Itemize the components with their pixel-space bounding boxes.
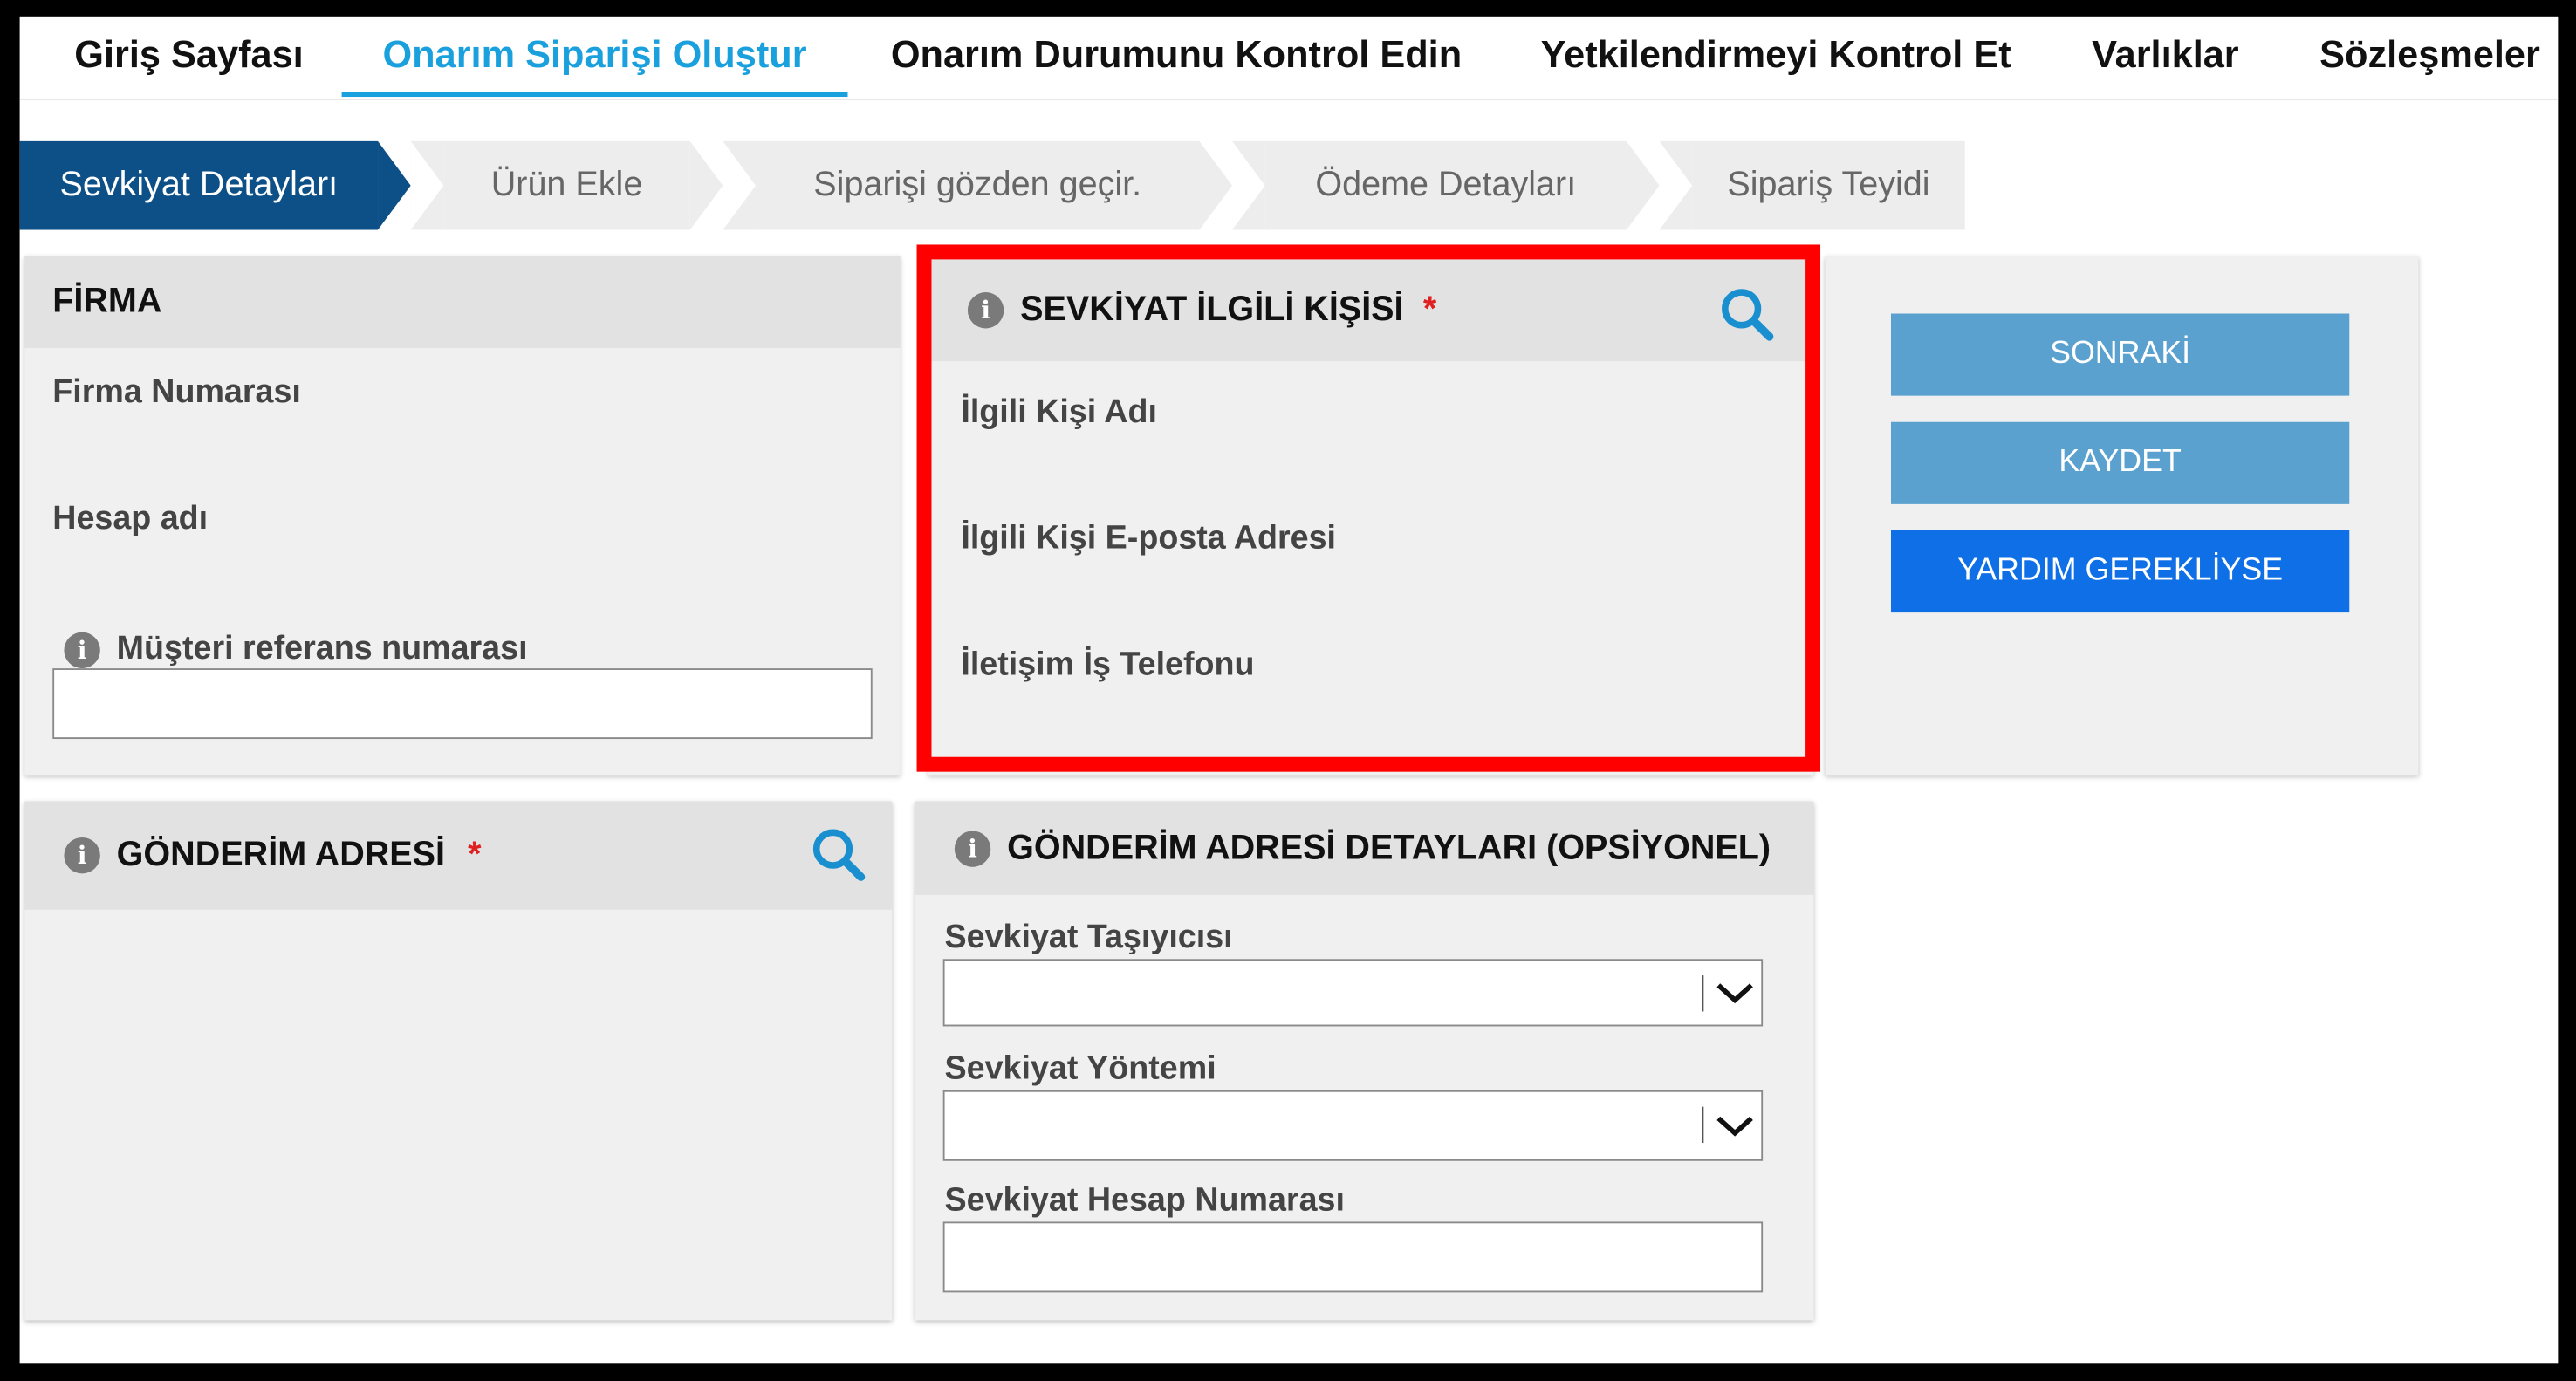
step-order-confirmation[interactable]: Sipariş Teyidi [1692, 140, 1965, 230]
contact-name-label: İlgili Kişi Adı [961, 393, 1157, 431]
step-notch [410, 140, 444, 230]
top-nav: Giriş Sayfası Onarım Siparişi Oluştur On… [19, 17, 2559, 100]
shipping-contact-header: SEVKİYAT İLGİLİ KİŞİSİ * [928, 259, 1814, 362]
company-panel: FİRMA Firma Numarası Hesap adı i Müşteri… [24, 256, 901, 776]
required-mark: * [1422, 291, 1437, 329]
customer-reference-input[interactable] [52, 668, 873, 740]
nav-tab-create-repair-order[interactable]: Onarım Siparişi Oluştur [341, 17, 848, 98]
save-button[interactable]: KAYDET [1890, 421, 2350, 504]
actions-panel: SONRAKİ KAYDET YARDIM GEREKLİYSE [1825, 256, 2419, 776]
select-separator [1702, 1106, 1704, 1144]
step-arrow [1199, 140, 1233, 230]
shipping-address-details-title: GÖNDERİM ADRESİ DETAYLARI (OPSİYONEL) [915, 801, 1814, 895]
nav-tab-contracts[interactable]: Sözleşmeler [2306, 17, 2552, 95]
account-name-label: Hesap adı [52, 501, 209, 537]
search-icon[interactable] [810, 826, 866, 882]
carrier-label: Sevkiyat Taşıyıcısı [944, 920, 1233, 956]
nav-tab-check-repair-status[interactable]: Onarım Durumunu Kontrol Edin [867, 17, 1485, 95]
help-button[interactable]: YARDIM GEREKLİYSE [1890, 530, 2350, 613]
info-icon[interactable]: i [64, 837, 100, 874]
search-icon[interactable] [1718, 286, 1774, 342]
carrier-select[interactable] [942, 959, 1764, 1027]
shipping-contact-title: SEVKİYAT İLGİLİ KİŞİSİ [1020, 291, 1404, 329]
step-payment-details[interactable]: Ödeme Detayları [1264, 140, 1627, 230]
shipping-address-title: GÖNDERİM ADRESİ [116, 836, 446, 874]
shipping-contact-panel: SEVKİYAT İLGİLİ KİŞİSİ * i İlgili Kişi A… [928, 256, 1814, 776]
company-panel-title: FİRMA [24, 256, 901, 349]
step-arrow [1626, 140, 1660, 230]
step-notch [723, 140, 757, 230]
step-arrow [378, 140, 411, 230]
shipping-address-panel: GÖNDERİM ADRESİ * i [24, 801, 893, 1321]
required-mark: * [468, 836, 482, 874]
chevron-down-icon [1716, 1116, 1753, 1137]
shipping-address-header: GÖNDERİM ADRESİ * [24, 801, 893, 910]
contact-email-label: İlgili Kişi E-posta Adresi [961, 520, 1337, 557]
step-shipping-details[interactable]: Sevkiyat Detayları [19, 140, 379, 230]
company-number-label: Firma Numarası [52, 374, 301, 411]
customer-reference-label: Müşteri referans numarası [116, 630, 528, 667]
shipping-account-input[interactable] [942, 1221, 1764, 1293]
nav-tab-check-authorization[interactable]: Yetkilendirmeyi Kontrol Et [1521, 17, 2031, 95]
contact-phone-label: İletişim İş Telefonu [961, 646, 1255, 684]
nav-tab-assets[interactable]: Varlıklar [2073, 17, 2257, 95]
app-frame: Giriş Sayfası Onarım Siparişi Oluştur On… [19, 16, 2559, 1364]
shipping-method-select[interactable] [942, 1090, 1764, 1161]
info-icon[interactable]: i [954, 831, 991, 867]
step-arrow [689, 140, 723, 230]
shipping-address-details-panel: GÖNDERİM ADRESİ DETAYLARI (OPSİYONEL) i … [915, 801, 1814, 1321]
step-add-product[interactable]: Ürün Ekle [443, 140, 690, 230]
chevron-down-icon [1716, 983, 1753, 1004]
step-notch [1659, 140, 1693, 230]
info-icon[interactable]: i [967, 292, 1004, 329]
nav-tab-home[interactable]: Giriş Sayfası [49, 17, 328, 95]
next-button[interactable]: SONRAKİ [1890, 313, 2350, 396]
shipping-method-label: Sevkiyat Yöntemi [944, 1050, 1216, 1088]
step-review-order[interactable]: Siparişi gözden geçir. [756, 140, 1200, 230]
step-notch [1232, 140, 1265, 230]
info-icon[interactable]: i [64, 632, 100, 669]
select-separator [1702, 975, 1704, 1012]
shipping-account-label: Sevkiyat Hesap Numarası [944, 1182, 1345, 1219]
